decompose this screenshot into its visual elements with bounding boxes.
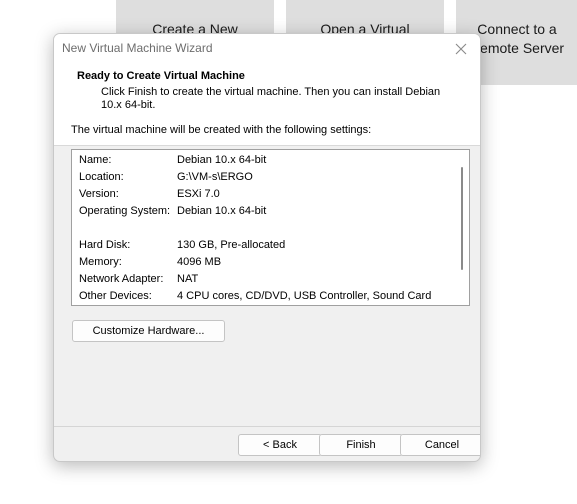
summary-value: 4096 MB (177, 256, 222, 268)
wizard-step-title: Ready to Create Virtual Machine (77, 70, 245, 82)
new-vm-wizard-dialog: New Virtual Machine Wizard Ready to Crea… (53, 33, 481, 462)
summary-key: Memory: (79, 256, 122, 268)
settings-summary-list[interactable]: Name: Debian 10.x 64-bit Location: G:\VM… (71, 149, 470, 306)
cancel-button[interactable]: Cancel (400, 434, 480, 456)
summary-key: Network Adapter: (79, 273, 164, 285)
summary-value: G:\VM-s\ERGO (177, 171, 253, 183)
summary-key: Name: (79, 154, 112, 166)
close-icon (455, 43, 467, 55)
summary-scrollbar-thumb[interactable] (461, 167, 463, 270)
summary-value: Debian 10.x 64-bit (177, 205, 267, 217)
finish-button[interactable]: Finish (319, 434, 403, 456)
dialog-title: New Virtual Machine Wizard (62, 41, 213, 55)
summary-key: Operating System: (79, 205, 171, 217)
footer-divider (54, 426, 480, 427)
summary-key: Hard Disk: (79, 239, 131, 251)
close-button[interactable] (448, 37, 474, 61)
summary-value: ESXi 7.0 (177, 188, 220, 200)
summary-value: NAT (177, 273, 199, 285)
settings-intro-text: The virtual machine will be created with… (71, 124, 372, 136)
summary-scrollbar[interactable] (457, 150, 469, 305)
summary-value: 4 CPU cores, CD/DVD, USB Controller, Sou… (177, 290, 432, 302)
summary-key: Other Devices: (79, 290, 152, 302)
back-button[interactable]: < Back (238, 434, 322, 456)
summary-key: Version: (79, 188, 119, 200)
summary-value: 130 GB, Pre-allocated (177, 239, 286, 251)
customize-hardware-button[interactable]: Customize Hardware... (72, 320, 225, 342)
dialog-titlebar[interactable]: New Virtual Machine Wizard (54, 34, 480, 64)
summary-value: Debian 10.x 64-bit (177, 154, 267, 166)
wizard-step-description: Click Finish to create the virtual machi… (101, 86, 441, 111)
summary-key: Location: (79, 171, 124, 183)
